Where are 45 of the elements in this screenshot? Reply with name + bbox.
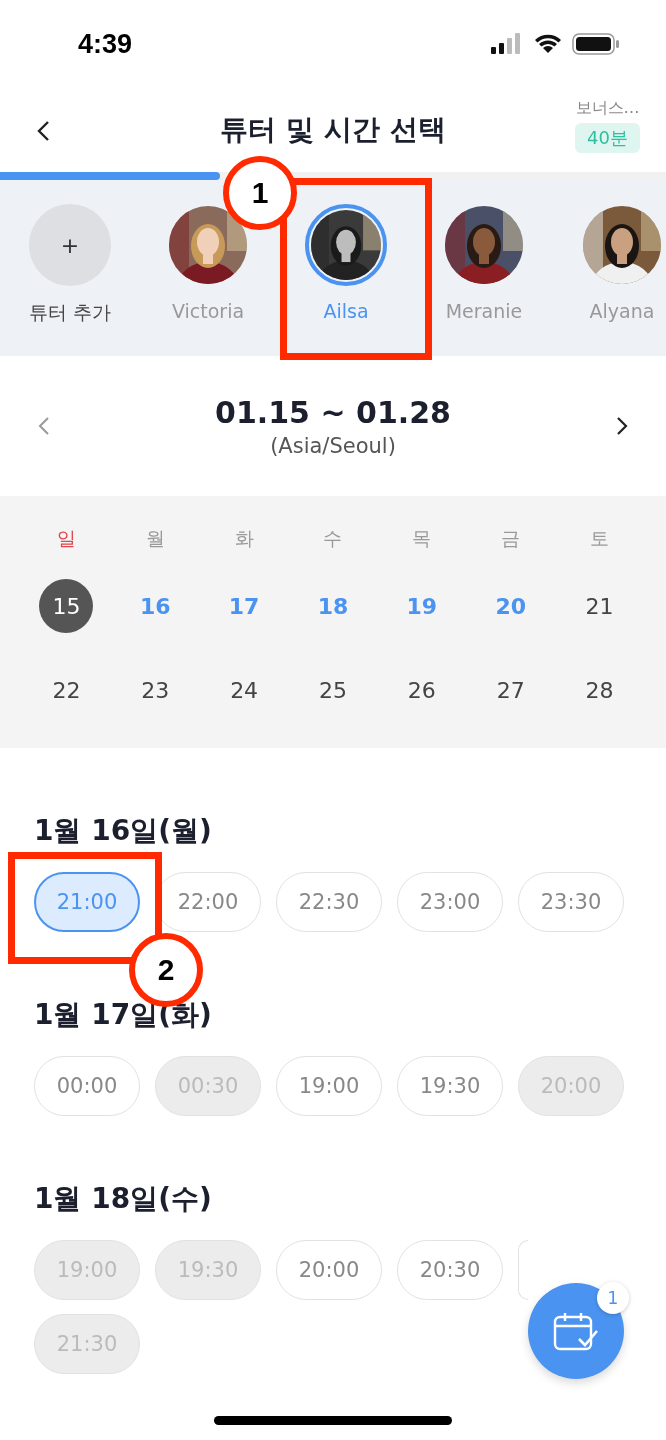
calendar-day[interactable]: 25 [306, 663, 360, 717]
bonus-badge: 40분 [575, 123, 640, 153]
date-heading: 1월 18일(수) [34, 1181, 213, 1217]
time-slot[interactable]: 19:30 [397, 1056, 503, 1116]
time-slot[interactable]: 20:30 [397, 1240, 503, 1300]
page-title: 튜터 및 시간 선택 [220, 112, 446, 148]
weekday-label: 월 [145, 526, 165, 551]
calendar-day[interactable]: 28 [572, 663, 627, 717]
calendar-day[interactable]: 15 [39, 579, 94, 633]
tutor-item[interactable]: Alyana [576, 180, 666, 356]
count-badge: 1 [597, 1282, 629, 1314]
time-slot[interactable]: 00:00 [34, 1056, 140, 1116]
step-number: 1 [223, 156, 297, 230]
calendar-day[interactable]: 16 [128, 579, 183, 633]
calendar-day[interactable]: 27 [483, 663, 538, 717]
time-slot[interactable]: 23:30 [518, 872, 624, 932]
weekday-label: 금 [501, 526, 521, 551]
calendar-day[interactable]: 19 [394, 579, 449, 633]
date-heading: 1월 16일(월) [34, 813, 213, 849]
time-slot[interactable]: 19:00 [276, 1056, 382, 1116]
time-slot[interactable]: 22:30 [276, 872, 382, 932]
calendar-day[interactable]: 26 [394, 663, 449, 717]
calendar-day[interactable]: 20 [483, 579, 538, 633]
tutor-item[interactable]: + 튜터 추가 [24, 180, 116, 356]
weekday-label: 일 [56, 526, 76, 551]
weekday-label: 수 [323, 526, 343, 551]
time-slot[interactable]: 20:00 [276, 1240, 382, 1300]
calendar-day[interactable]: 24 [217, 663, 272, 717]
add-icon: + [29, 204, 111, 286]
bonus-label: 보너스… [575, 98, 640, 119]
timezone-label: (Asia/Seoul) [270, 433, 396, 458]
weekday-label: 화 [234, 526, 254, 551]
tutor-item[interactable]: Meranie [438, 180, 530, 356]
calendar-day[interactable]: 23 [128, 663, 183, 717]
date-range: 01.15 ~ 01.28 [215, 394, 451, 430]
calendar-day[interactable]: 22 [39, 663, 94, 717]
weekday-label: 토 [590, 526, 610, 551]
calendar-day[interactable]: 18 [306, 579, 360, 633]
weekday-label: 목 [412, 526, 432, 551]
calendar-day[interactable]: 17 [217, 579, 272, 633]
tutor-item[interactable]: Ailsa [300, 180, 392, 356]
calendar-day[interactable]: 21 [572, 579, 627, 633]
time-slot[interactable]: 21:00 [34, 872, 140, 932]
status-time: 4:39 [78, 28, 133, 60]
time-slot[interactable]: 23:00 [397, 872, 503, 932]
